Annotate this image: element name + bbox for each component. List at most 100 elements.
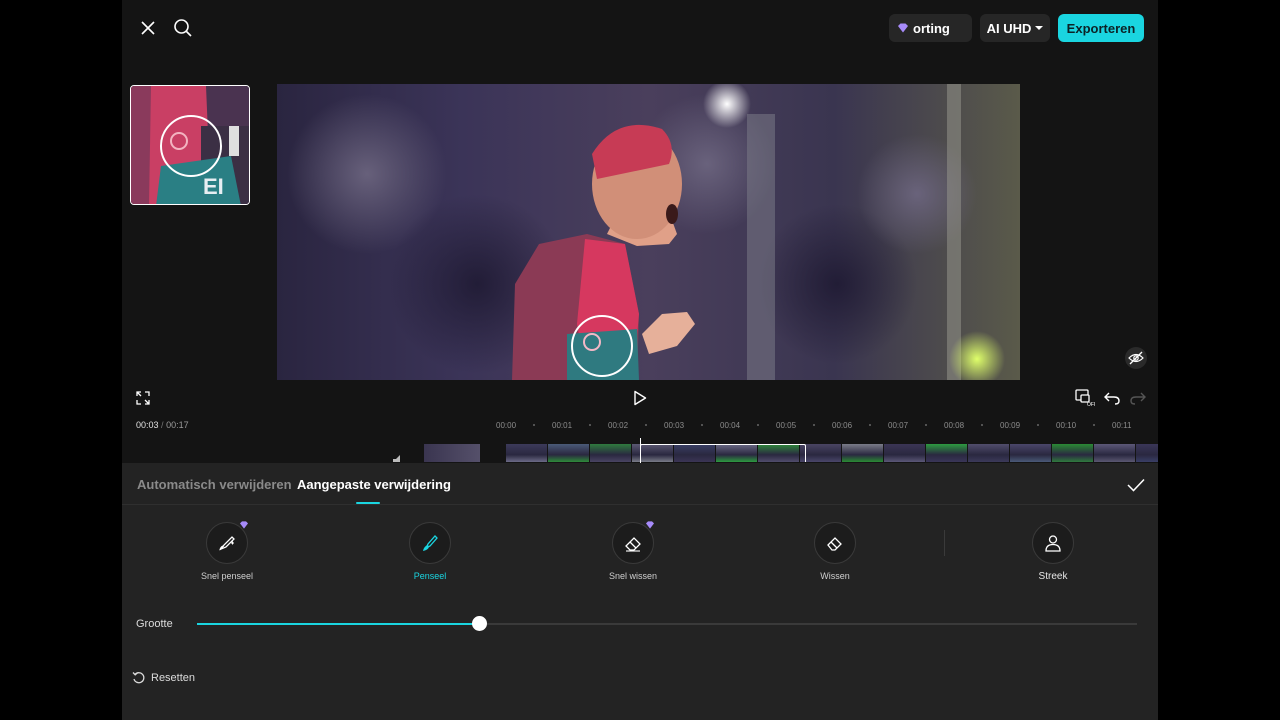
eraser-icon — [827, 537, 842, 551]
filmstrip-frame — [1052, 444, 1093, 462]
stroke-button[interactable] — [1032, 522, 1074, 564]
tool-brush[interactable]: Penseel — [370, 522, 490, 581]
timeline-tick-dot — [757, 424, 759, 426]
tool-divider — [944, 530, 945, 556]
redo-button[interactable] — [1128, 388, 1148, 408]
keyframe-off-icon: OFF — [1075, 389, 1095, 407]
undo-button[interactable] — [1102, 388, 1122, 408]
undo-icon — [1104, 392, 1120, 405]
clip-left[interactable] — [424, 444, 480, 462]
pro-label: orting — [913, 20, 950, 36]
timeline-tick-label: 00:06 — [832, 421, 853, 430]
timeline-tick-dot — [813, 424, 815, 426]
audio-mute-icon[interactable] — [392, 454, 406, 462]
confirm-button[interactable] — [1124, 473, 1148, 497]
hide-mask-button[interactable] — [1125, 347, 1147, 369]
quick-brush-button[interactable] — [206, 521, 248, 564]
search-button[interactable] — [171, 16, 195, 40]
timeline-tick-dot — [1093, 424, 1095, 426]
brush-icon — [423, 535, 438, 551]
editor-window: orting AI UHD Exporteren EI OF 00:03 / 0… — [122, 0, 1158, 720]
quality-label: AI UHD — [986, 20, 1032, 36]
timeline-tick-dot — [533, 424, 535, 426]
tool-quick-brush[interactable]: Snel penseel — [167, 521, 287, 581]
timeline-tick-dot — [981, 424, 983, 426]
fullscreen-icon — [136, 391, 150, 405]
timeline-tick-dot — [925, 424, 927, 426]
reset-button[interactable]: Resetten — [132, 671, 195, 685]
size-slider[interactable] — [197, 616, 1137, 631]
zoom-preview-image: EI — [131, 86, 249, 204]
timeline-tick-label: 00:11 — [1112, 421, 1132, 430]
tool-stroke[interactable]: Streek — [993, 522, 1113, 582]
time-separator: / — [161, 420, 164, 430]
eye-off-icon — [1128, 351, 1144, 365]
filmstrip-frame — [1010, 444, 1051, 462]
timeline-tick-label: 00:04 — [720, 421, 741, 430]
filmstrip-frame — [842, 444, 883, 462]
tab-automatic-removal[interactable]: Automatisch verwijderen — [137, 477, 292, 492]
fullscreen-button[interactable] — [134, 389, 152, 407]
premium-diamond-icon — [240, 521, 248, 529]
quality-dropdown[interactable]: AI UHD — [980, 14, 1050, 42]
video-frame — [287, 84, 1005, 380]
tool-label: Streek — [1038, 571, 1068, 582]
timeline-tick-dot — [701, 424, 703, 426]
close-button[interactable] — [136, 16, 160, 40]
timeline-tick-label: 00:05 — [776, 421, 797, 430]
filmstrip-frame — [1136, 444, 1158, 462]
timeline-tick-label: 00:08 — [944, 421, 965, 430]
selected-clip[interactable] — [640, 444, 806, 462]
panel-divider — [122, 504, 1158, 505]
tool-label: Snel wissen — [608, 571, 658, 581]
current-time: 00:03 — [136, 420, 159, 430]
filmstrip-frame — [800, 444, 841, 462]
check-icon — [1127, 478, 1145, 492]
timeline-tick-dot — [645, 424, 647, 426]
filmstrip-frame — [1094, 444, 1135, 462]
tab-custom-removal[interactable]: Aangepaste verwijdering — [297, 477, 451, 492]
redo-icon — [1130, 392, 1146, 405]
quick-eraser-button[interactable] — [612, 521, 654, 564]
reset-label: Resetten — [151, 672, 196, 684]
keyframe-button[interactable]: OFF — [1074, 388, 1096, 408]
export-label: Exporteren — [1066, 20, 1136, 36]
filmstrip-frame — [968, 444, 1009, 462]
export-button[interactable]: Exporteren — [1058, 14, 1144, 42]
eraser-button[interactable] — [814, 522, 856, 564]
filmstrip-frame — [548, 444, 589, 462]
timeline-tick-label: 00:02 — [608, 421, 629, 430]
removal-panel: Automatisch verwijderen Aangepaste verwi… — [122, 463, 1158, 720]
timeline-tick-label: 00:07 — [888, 421, 909, 430]
video-track[interactable] — [506, 444, 1158, 462]
filmstrip-frame — [590, 444, 631, 462]
timeline-tick-dot — [589, 424, 591, 426]
play-button[interactable] — [630, 388, 650, 408]
timeline-tick-label: 00:09 — [1000, 421, 1021, 430]
timeline-tick-dot — [1037, 424, 1039, 426]
diamond-icon — [898, 23, 908, 33]
caret-down-icon — [1035, 26, 1044, 30]
playhead[interactable] — [640, 438, 641, 463]
tool-label: Snel penseel — [200, 571, 254, 581]
timeline-tick-label: 00:10 — [1056, 421, 1077, 430]
video-preview[interactable] — [277, 84, 1020, 380]
person-icon — [1045, 535, 1061, 552]
timeline-tick-dot — [869, 424, 871, 426]
filmstrip-frame — [884, 444, 925, 462]
quick-eraser-icon — [625, 537, 641, 552]
size-label: Grootte — [136, 618, 173, 630]
svg-text:EI: EI — [203, 174, 224, 199]
timeline-tick-label: 00:03 — [664, 421, 685, 430]
brush-button[interactable] — [409, 522, 451, 564]
time-display: 00:03 / 00:17 — [136, 420, 189, 430]
close-icon — [141, 21, 155, 35]
tool-eraser[interactable]: Wissen — [775, 522, 895, 581]
tool-label: Wissen — [820, 571, 850, 581]
reset-icon — [132, 672, 145, 684]
mask-zoom-preview: EI — [130, 85, 250, 205]
premium-diamond-icon — [646, 521, 654, 529]
tool-quick-eraser[interactable]: Snel wissen — [573, 521, 693, 581]
size-slider-knob[interactable] — [472, 616, 487, 631]
pro-button[interactable]: orting — [889, 14, 972, 42]
